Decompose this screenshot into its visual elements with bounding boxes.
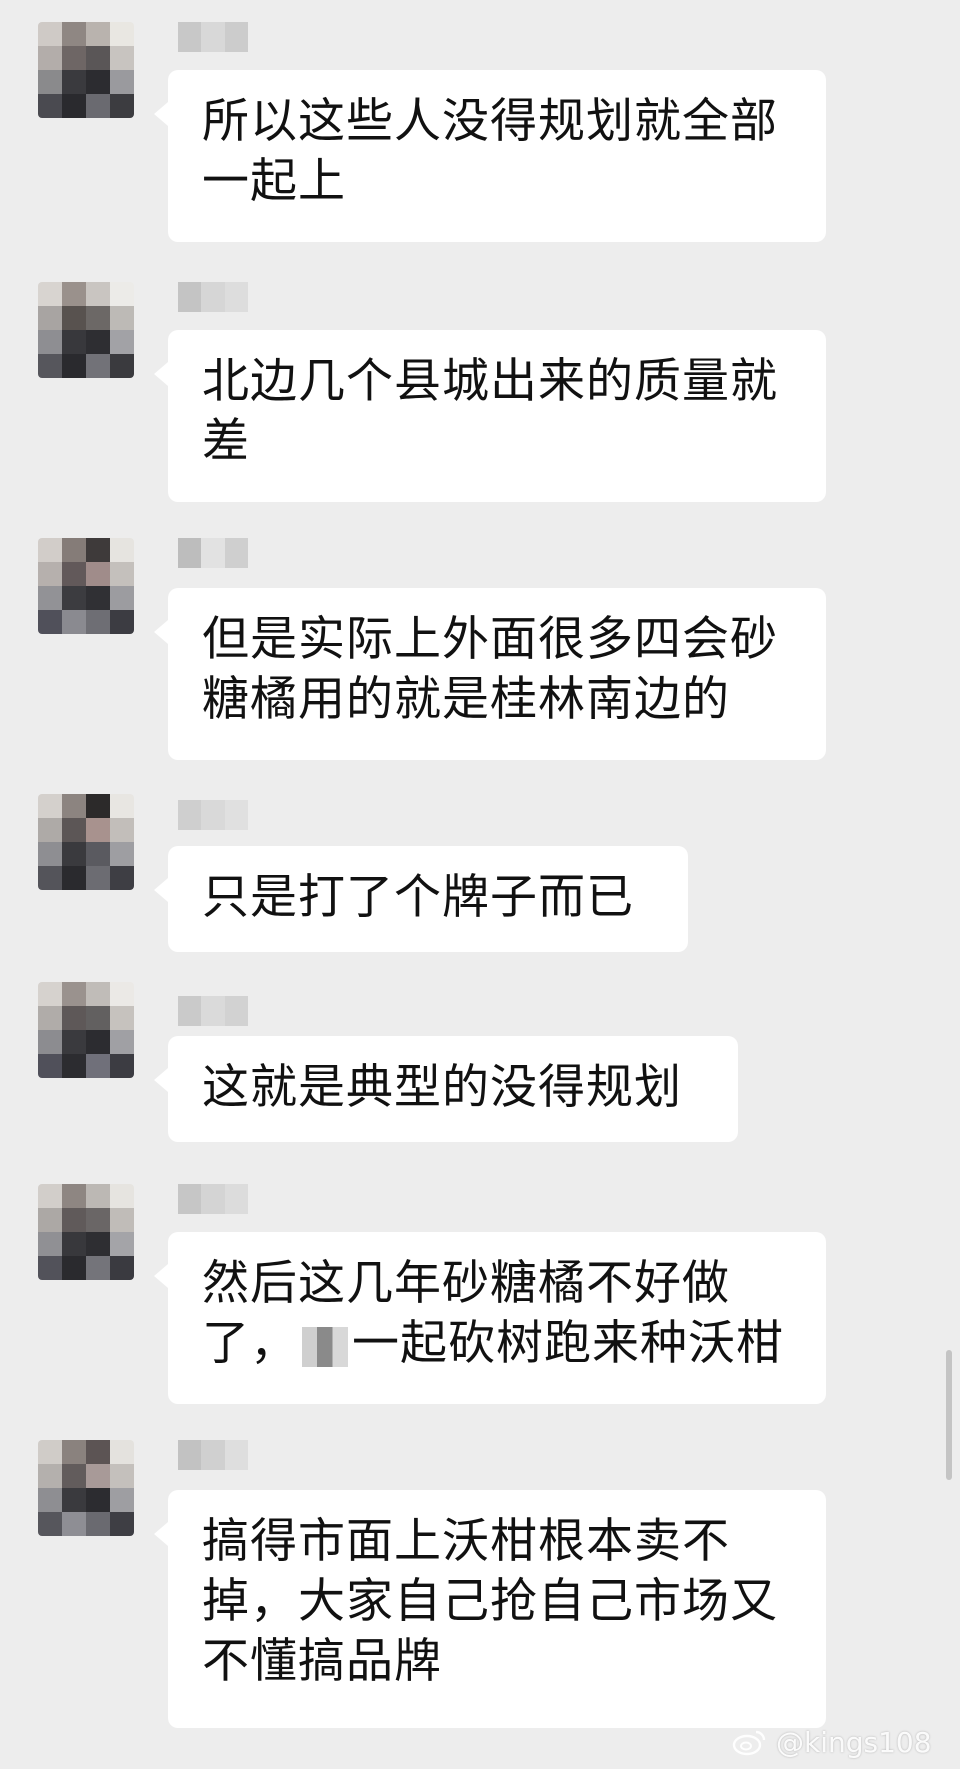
sender-name-redacted: [178, 996, 248, 1026]
message-bubble[interactable]: 然后这几年砂糖橘不好做 了， 一起砍树跑来种沃柑: [154, 1232, 826, 1404]
avatar[interactable]: [38, 1184, 134, 1280]
message-bubble[interactable]: 但是实际上外面很多四会砂 糖橘用的就是桂林南边的: [154, 588, 826, 760]
message-text: 一起砍树跑来种沃柑: [352, 1316, 784, 1371]
avatar[interactable]: [38, 794, 134, 890]
message-text: 然后这几年砂糖橘不好做: [202, 1256, 730, 1311]
sender-name-redacted: [178, 22, 248, 52]
message-bubble[interactable]: 北边几个县城出来的质量就 差: [154, 330, 826, 502]
message-text: 一起上: [202, 154, 346, 209]
sender-name-redacted: [178, 538, 248, 568]
sender-name-redacted: [178, 282, 248, 312]
message-bubble[interactable]: 搞得市面上沃柑根本卖不 掉，大家自己抢自己市场又 不懂搞品牌: [154, 1490, 826, 1728]
avatar[interactable]: [38, 982, 134, 1078]
message-text: 这就是典型的没得规划: [202, 1060, 682, 1115]
message-text: 搞得市面上沃柑根本卖不: [202, 1514, 730, 1569]
message-text: 了，: [202, 1316, 298, 1371]
message-text: 掉，大家自己抢自己市场又: [202, 1574, 778, 1629]
message-text: 不懂搞品牌: [202, 1634, 442, 1689]
watermark-text: @kings108: [776, 1725, 932, 1759]
avatar[interactable]: [38, 1440, 134, 1536]
weibo-watermark: @kings108: [732, 1722, 932, 1762]
avatar[interactable]: [38, 282, 134, 378]
chat-message-list[interactable]: 所以这些人没得规划就全部 一起上 北边几个县城出来的质量就 差 但是实际上外面很…: [0, 0, 960, 1769]
message-text: 只是打了个牌子而已: [202, 870, 634, 925]
sender-name-redacted: [178, 800, 248, 830]
weibo-icon: [732, 1730, 766, 1756]
message-text-line: 了， 一起砍树跑来种沃柑: [202, 1314, 794, 1374]
message-text: 北边几个县城出来的质量就: [202, 354, 778, 409]
sender-name-redacted: [178, 1440, 248, 1470]
scrollbar-thumb[interactable]: [946, 1350, 952, 1480]
sender-name-redacted: [178, 1184, 248, 1214]
avatar[interactable]: [38, 538, 134, 634]
avatar[interactable]: [38, 22, 134, 118]
message-text: 糖橘用的就是桂林南边的: [202, 672, 730, 727]
message-bubble[interactable]: 所以这些人没得规划就全部 一起上: [154, 70, 826, 242]
message-bubble[interactable]: 只是打了个牌子而已: [154, 846, 688, 952]
message-bubble[interactable]: 这就是典型的没得规划: [154, 1036, 738, 1142]
message-text: 所以这些人没得规划就全部: [202, 94, 778, 149]
message-text: 差: [202, 414, 250, 469]
message-text: 但是实际上外面很多四会砂: [202, 612, 778, 667]
redacted-mosaic: [302, 1326, 348, 1367]
